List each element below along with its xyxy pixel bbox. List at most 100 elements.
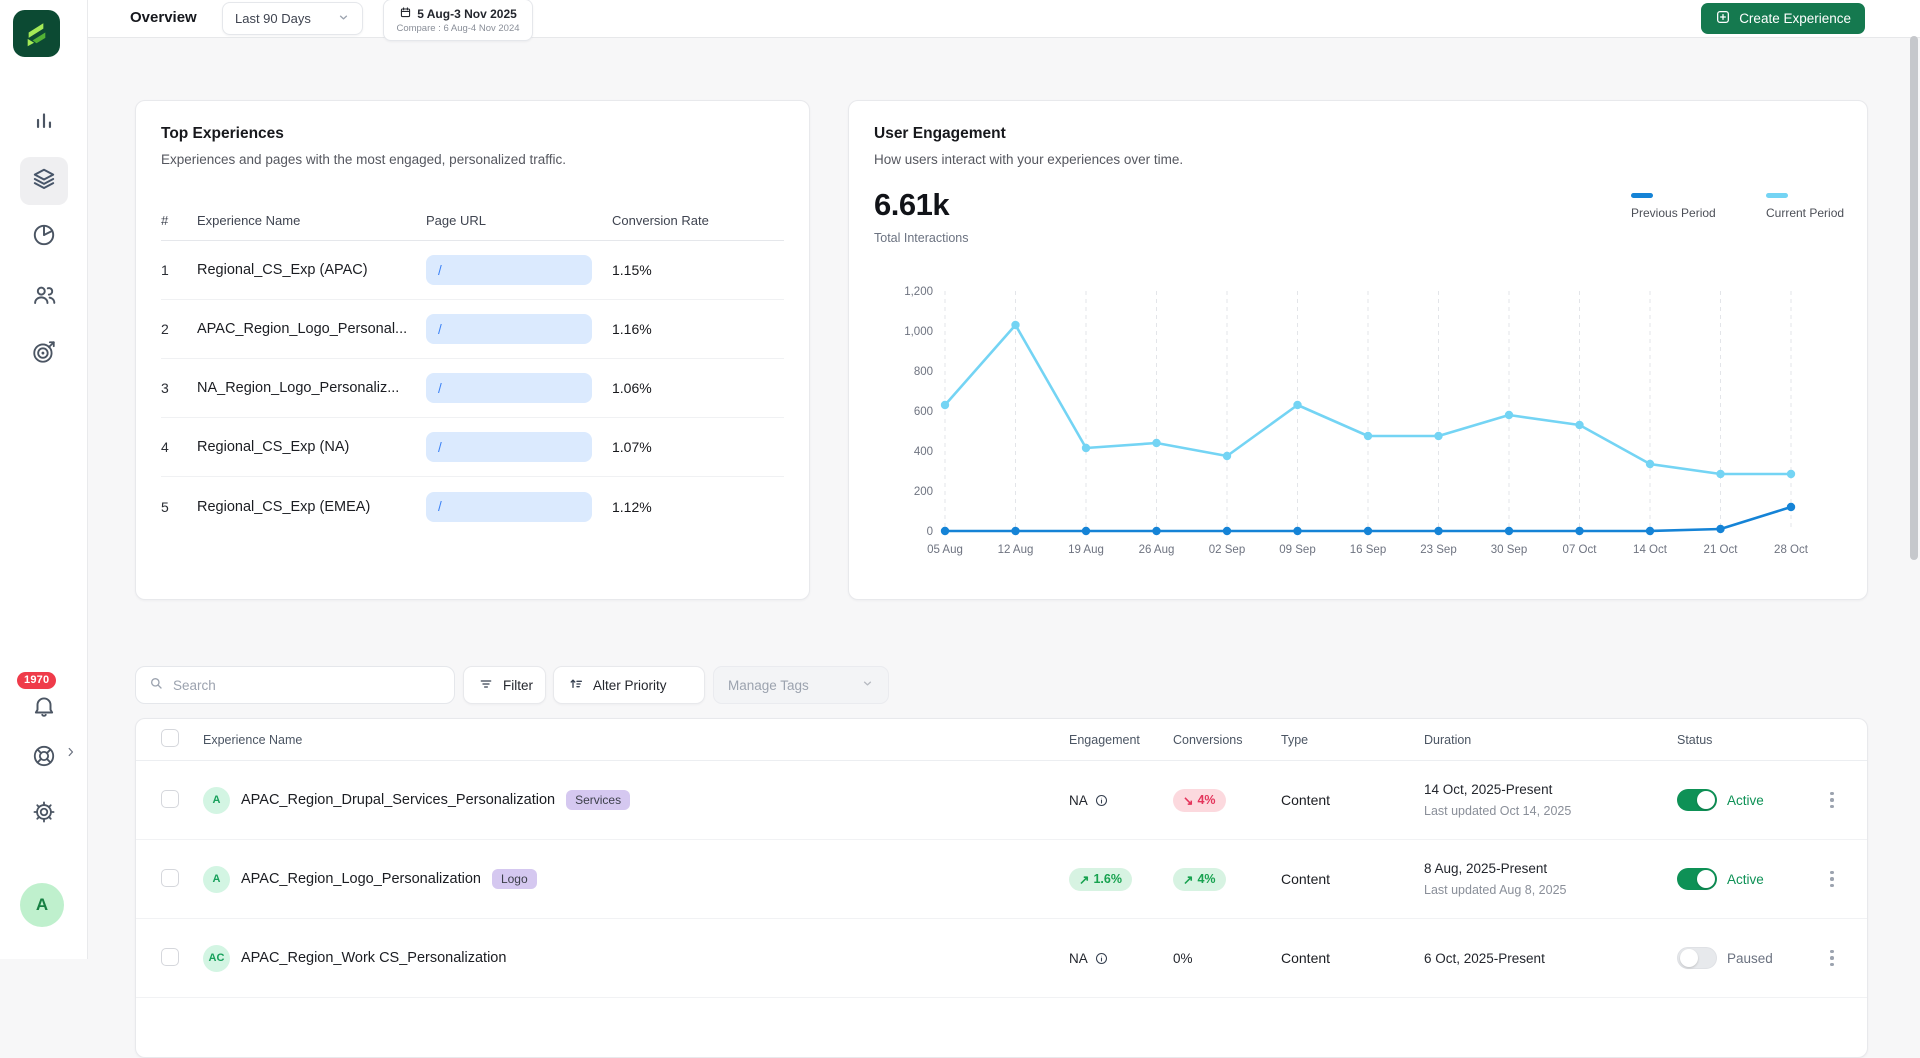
legend-dash [1631,193,1653,198]
svg-text:23 Sep: 23 Sep [1420,544,1456,556]
date-range-dropdown[interactable]: Last 90 Days [222,2,363,35]
engagement-cell: ↗1.6% [1069,868,1173,891]
date-range-label: Last 90 Days [235,11,311,26]
col-page-url: Page URL [426,213,612,228]
conversions-cell: 0% [1173,950,1281,966]
card-subtitle: How users interact with your experiences… [874,152,1842,167]
experience-name: NA_Region_Logo_Personaliz... [197,380,426,396]
status-toggle[interactable] [1677,947,1717,969]
col-duration: Duration [1424,733,1677,747]
create-experience-label: Create Experience [1739,11,1851,26]
experience-table-row: A APAC_Region_Drupal_Services_Personaliz… [136,761,1867,840]
sidebar-item-goals[interactable] [20,330,68,378]
search-input[interactable] [173,678,442,693]
conversion-rate: 1.16% [612,321,784,337]
status-label: Paused [1727,951,1773,966]
svg-text:05 Aug: 05 Aug [927,544,963,556]
sidebar-item-reports[interactable] [20,213,68,261]
page-url-pill[interactable]: / [426,492,592,522]
row-checkbox[interactable] [161,948,179,966]
experience-avatar: AC [203,945,230,972]
trend-pill: ↘ 4% [1173,789,1226,812]
metric-value: 4% [1197,872,1215,886]
duration-updated: Last updated Oct 14, 2025 [1424,804,1677,818]
search-box[interactable] [135,666,455,704]
svg-text:200: 200 [914,486,933,498]
col-conversions: Conversions [1173,733,1281,747]
engagement-cell: NA [1069,793,1173,808]
conversions-cell: ↗ 4% [1173,868,1281,891]
chevron-down-icon [861,677,874,693]
trend-arrow-icon: ↗ [1183,872,1193,887]
svg-text:19 Aug: 19 Aug [1068,544,1104,556]
page-url-pill[interactable]: / [426,432,592,462]
metric-value: 4% [1197,793,1215,807]
help-button[interactable] [20,734,68,782]
calendar-icon [399,6,412,22]
experience-name[interactable]: APAC_Region_Logo_Personalization [241,871,481,887]
trend-arrow-icon: ↘ [1183,793,1193,808]
status-toggle[interactable] [1677,789,1717,811]
life-buoy-icon [31,743,57,774]
experience-name[interactable]: APAC_Region_Work CS_Personalization [241,950,506,966]
alter-priority-button[interactable]: Alter Priority [553,666,705,704]
plus-square-icon [1715,9,1731,28]
engagement-cell: NA [1069,951,1173,966]
conversion-rate: 1.06% [612,380,784,396]
sidebar: 1970 A [0,0,88,959]
row-checkbox[interactable] [161,790,179,808]
page-title: Overview [130,9,197,26]
experience-table-row: A APAC_Region_Logo_Personalization Logo … [136,840,1867,919]
sidebar-item-audiences[interactable] [20,274,68,322]
trend-pill: ↗1.6% [1069,868,1132,891]
experience-tag: Services [566,790,630,810]
page-url-pill[interactable]: / [426,255,592,285]
select-all-checkbox[interactable] [161,729,179,747]
page-url-pill[interactable]: / [426,373,592,403]
svg-text:14 Oct: 14 Oct [1633,544,1668,556]
conversions-cell: ↘ 4% [1173,789,1281,812]
svg-text:1,200: 1,200 [904,286,933,298]
layers-icon [31,166,57,197]
svg-text:02 Sep: 02 Sep [1209,544,1245,556]
user-avatar[interactable]: A [20,883,64,927]
status-toggle[interactable] [1677,868,1717,890]
filter-label: Filter [503,678,533,693]
row-menu-icon[interactable] [1822,788,1842,813]
filter-button[interactable]: Filter [463,666,546,704]
card-subtitle: Experiences and pages with the most enga… [161,152,784,167]
duration-range: 14 Oct, 2025-Present [1424,782,1677,797]
row-checkbox[interactable] [161,869,179,887]
notifications-button[interactable] [20,684,68,732]
settings-button[interactable] [20,790,68,838]
conversion-rate: 1.07% [612,439,784,455]
info-icon [1094,793,1109,808]
target-icon [31,339,57,370]
create-experience-button[interactable]: Create Experience [1701,3,1865,34]
page-url-pill[interactable]: / [426,314,592,344]
row-menu-icon[interactable] [1822,867,1842,892]
row-menu-icon[interactable] [1822,946,1842,971]
experience-name[interactable]: APAC_Region_Drupal_Services_Personalizat… [241,792,555,808]
svg-text:1,000: 1,000 [904,326,933,338]
experience-name: Regional_CS_Exp (APAC) [197,262,426,278]
col-rank: # [161,213,197,228]
dashboard-page: { "topbar": { "title": "Overview", "rang… [0,0,1920,959]
metric-value: 1.6% [1093,872,1122,886]
top-experience-row: 5 Regional_CS_Exp (EMEA) / 1.12% [161,477,784,536]
svg-text:12 Aug: 12 Aug [998,544,1034,556]
app-logo[interactable] [13,10,60,57]
experience-name: Regional_CS_Exp (NA) [197,439,426,455]
vertical-scrollbar[interactable] [1910,36,1918,560]
top-experiences-card: Top Experiences Experiences and pages wi… [135,100,810,600]
main-content: Top Experiences Experiences and pages wi… [88,38,1920,959]
rank: 4 [161,439,197,455]
top-experience-row: 4 Regional_CS_Exp (NA) / 1.07% [161,418,784,477]
manage-tags-dropdown[interactable]: Manage Tags [713,666,889,704]
experience-name: APAC_Region_Logo_Personal... [197,321,426,337]
svg-text:26 Aug: 26 Aug [1139,544,1175,556]
duration-updated: Last updated Aug 8, 2025 [1424,883,1677,897]
sidebar-item-analytics[interactable] [20,99,68,147]
sidebar-item-experiences[interactable] [20,157,68,205]
compare-date-picker[interactable]: 5 Aug-3 Nov 2025 Compare : 6 Aug-4 Nov 2… [383,0,533,41]
